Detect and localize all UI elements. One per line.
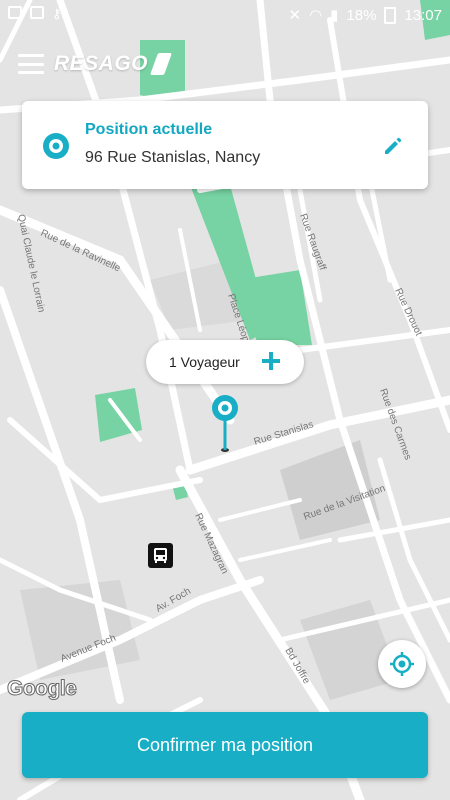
map-pin-icon[interactable] (208, 394, 242, 454)
mute-icon: ✕ (288, 7, 302, 24)
location-target-icon (43, 133, 69, 159)
location-card[interactable]: Position actuelle 96 Rue Stanislas, Nanc… (22, 101, 428, 189)
add-passenger-plus-icon[interactable] (258, 348, 284, 374)
app-bar: RESAGO (18, 46, 173, 82)
wifi-icon: ◠ (309, 7, 323, 24)
edit-pencil-icon[interactable] (382, 135, 404, 157)
my-location-button[interactable] (378, 640, 426, 688)
app-logo: RESAGO (54, 52, 149, 75)
location-card-title: Position actuelle (85, 121, 213, 138)
menu-icon[interactable] (18, 54, 44, 74)
crosshair-icon (390, 652, 414, 676)
signal-icon: ▮ (330, 7, 339, 24)
key-icon: ⚷ (52, 6, 62, 21)
confirm-position-button[interactable]: Confirmer ma position (22, 712, 428, 778)
battery-icon (384, 6, 397, 24)
passenger-count-label: 1 Voyageur (169, 354, 240, 370)
battery-percent: 18% (346, 6, 377, 24)
google-attribution: Google (6, 677, 77, 701)
clock: 13:07 (404, 6, 442, 24)
gallery-notification-icon (8, 6, 22, 19)
location-address: 96 Rue Stanislas, Nancy (85, 149, 261, 166)
status-bar: ⚷ ✕ ◠ ▮ 18% 13:07 (0, 0, 450, 30)
bus-stop-icon[interactable] (148, 543, 173, 568)
passenger-selector[interactable]: 1 Voyageur (146, 340, 304, 384)
image-notification-icon (30, 6, 44, 19)
